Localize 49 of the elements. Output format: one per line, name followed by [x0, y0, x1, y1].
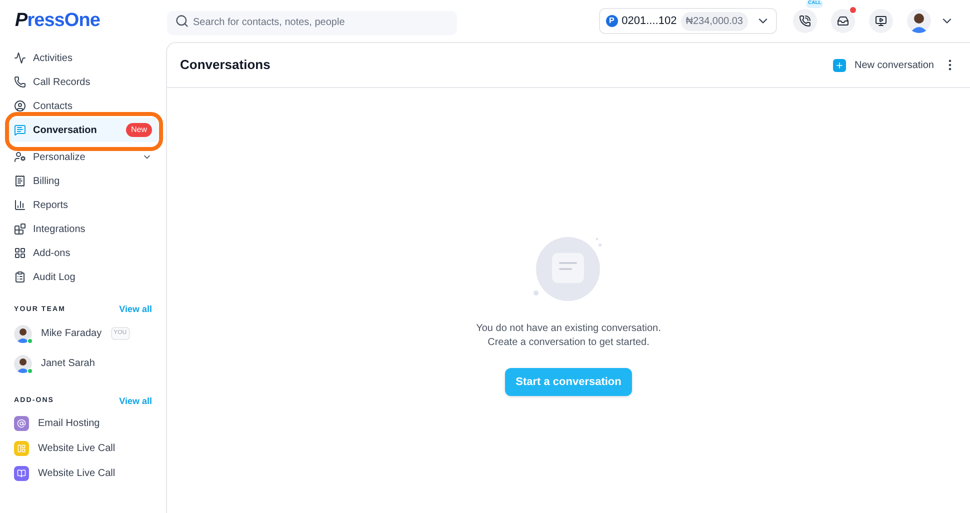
bar-chart-icon: [14, 199, 26, 211]
sidebar-item[interactable]: Add-ons: [8, 241, 158, 265]
sidebar-item[interactable]: Conversation New: [8, 118, 158, 142]
book-icon: [17, 469, 26, 478]
grid-icon: [14, 247, 26, 259]
addon-item[interactable]: Website Live Call: [14, 441, 152, 456]
sidebar-item[interactable]: Contacts: [8, 94, 158, 118]
empty-state-message: You do not have an existing conversation. Create a conversation to get started.: [476, 322, 661, 350]
monitor-play-icon: [875, 15, 887, 27]
at-sign-icon: [17, 419, 26, 428]
addon-item[interactable]: Website Live Call: [14, 466, 152, 481]
account-number: 0201....102: [622, 14, 677, 29]
blocks-icon: [14, 223, 26, 235]
sidebar-item[interactable]: Personalize: [8, 145, 158, 169]
new-badge: New: [126, 123, 152, 137]
addon-item[interactable]: Email Hosting: [14, 416, 152, 431]
sidebar-item[interactable]: Billing: [8, 169, 158, 193]
sidebar-item[interactable]: Audit Log: [8, 265, 158, 289]
layout-icon: [17, 444, 26, 453]
account-selector[interactable]: P 0201....102 ₦234,000.03: [598, 8, 777, 34]
phone-icon: [14, 76, 26, 88]
logo: PressOne: [15, 8, 100, 33]
call-button[interactable]: [793, 9, 817, 33]
chart-line-icon: [14, 52, 26, 64]
sidebar-item[interactable]: Integrations: [8, 217, 158, 241]
search-field[interactable]: Search for contacts, notes, people: [167, 10, 457, 34]
user-circle-icon: [14, 100, 26, 112]
account-badge: P: [606, 15, 618, 27]
member-name: Mike Faraday: [41, 327, 102, 341]
phone-icon: [799, 15, 811, 27]
plus-icon: [834, 60, 844, 70]
inbox-icon: [837, 15, 849, 27]
sidebar-item[interactable]: Reports: [8, 193, 158, 217]
search-icon: [175, 14, 189, 28]
balance-pill: ₦234,000.03: [680, 12, 748, 30]
clipboard-icon: [14, 271, 26, 283]
video-button[interactable]: [869, 9, 893, 33]
receipt-icon: [14, 175, 26, 187]
avatar: [14, 324, 32, 342]
message-icon: [14, 124, 26, 136]
sidebar-item[interactable]: Call Records: [8, 70, 158, 94]
new-conversation-button[interactable]: New conversation: [832, 58, 934, 72]
page-title: Conversations: [180, 56, 272, 74]
sidebar-item[interactable]: Activities: [8, 46, 158, 70]
avatar: [14, 354, 32, 372]
user-gear-icon: [14, 151, 26, 163]
member-name: Janet Sarah: [41, 357, 95, 371]
user-avatar[interactable]: [907, 9, 931, 33]
inbox-button[interactable]: [831, 9, 855, 33]
